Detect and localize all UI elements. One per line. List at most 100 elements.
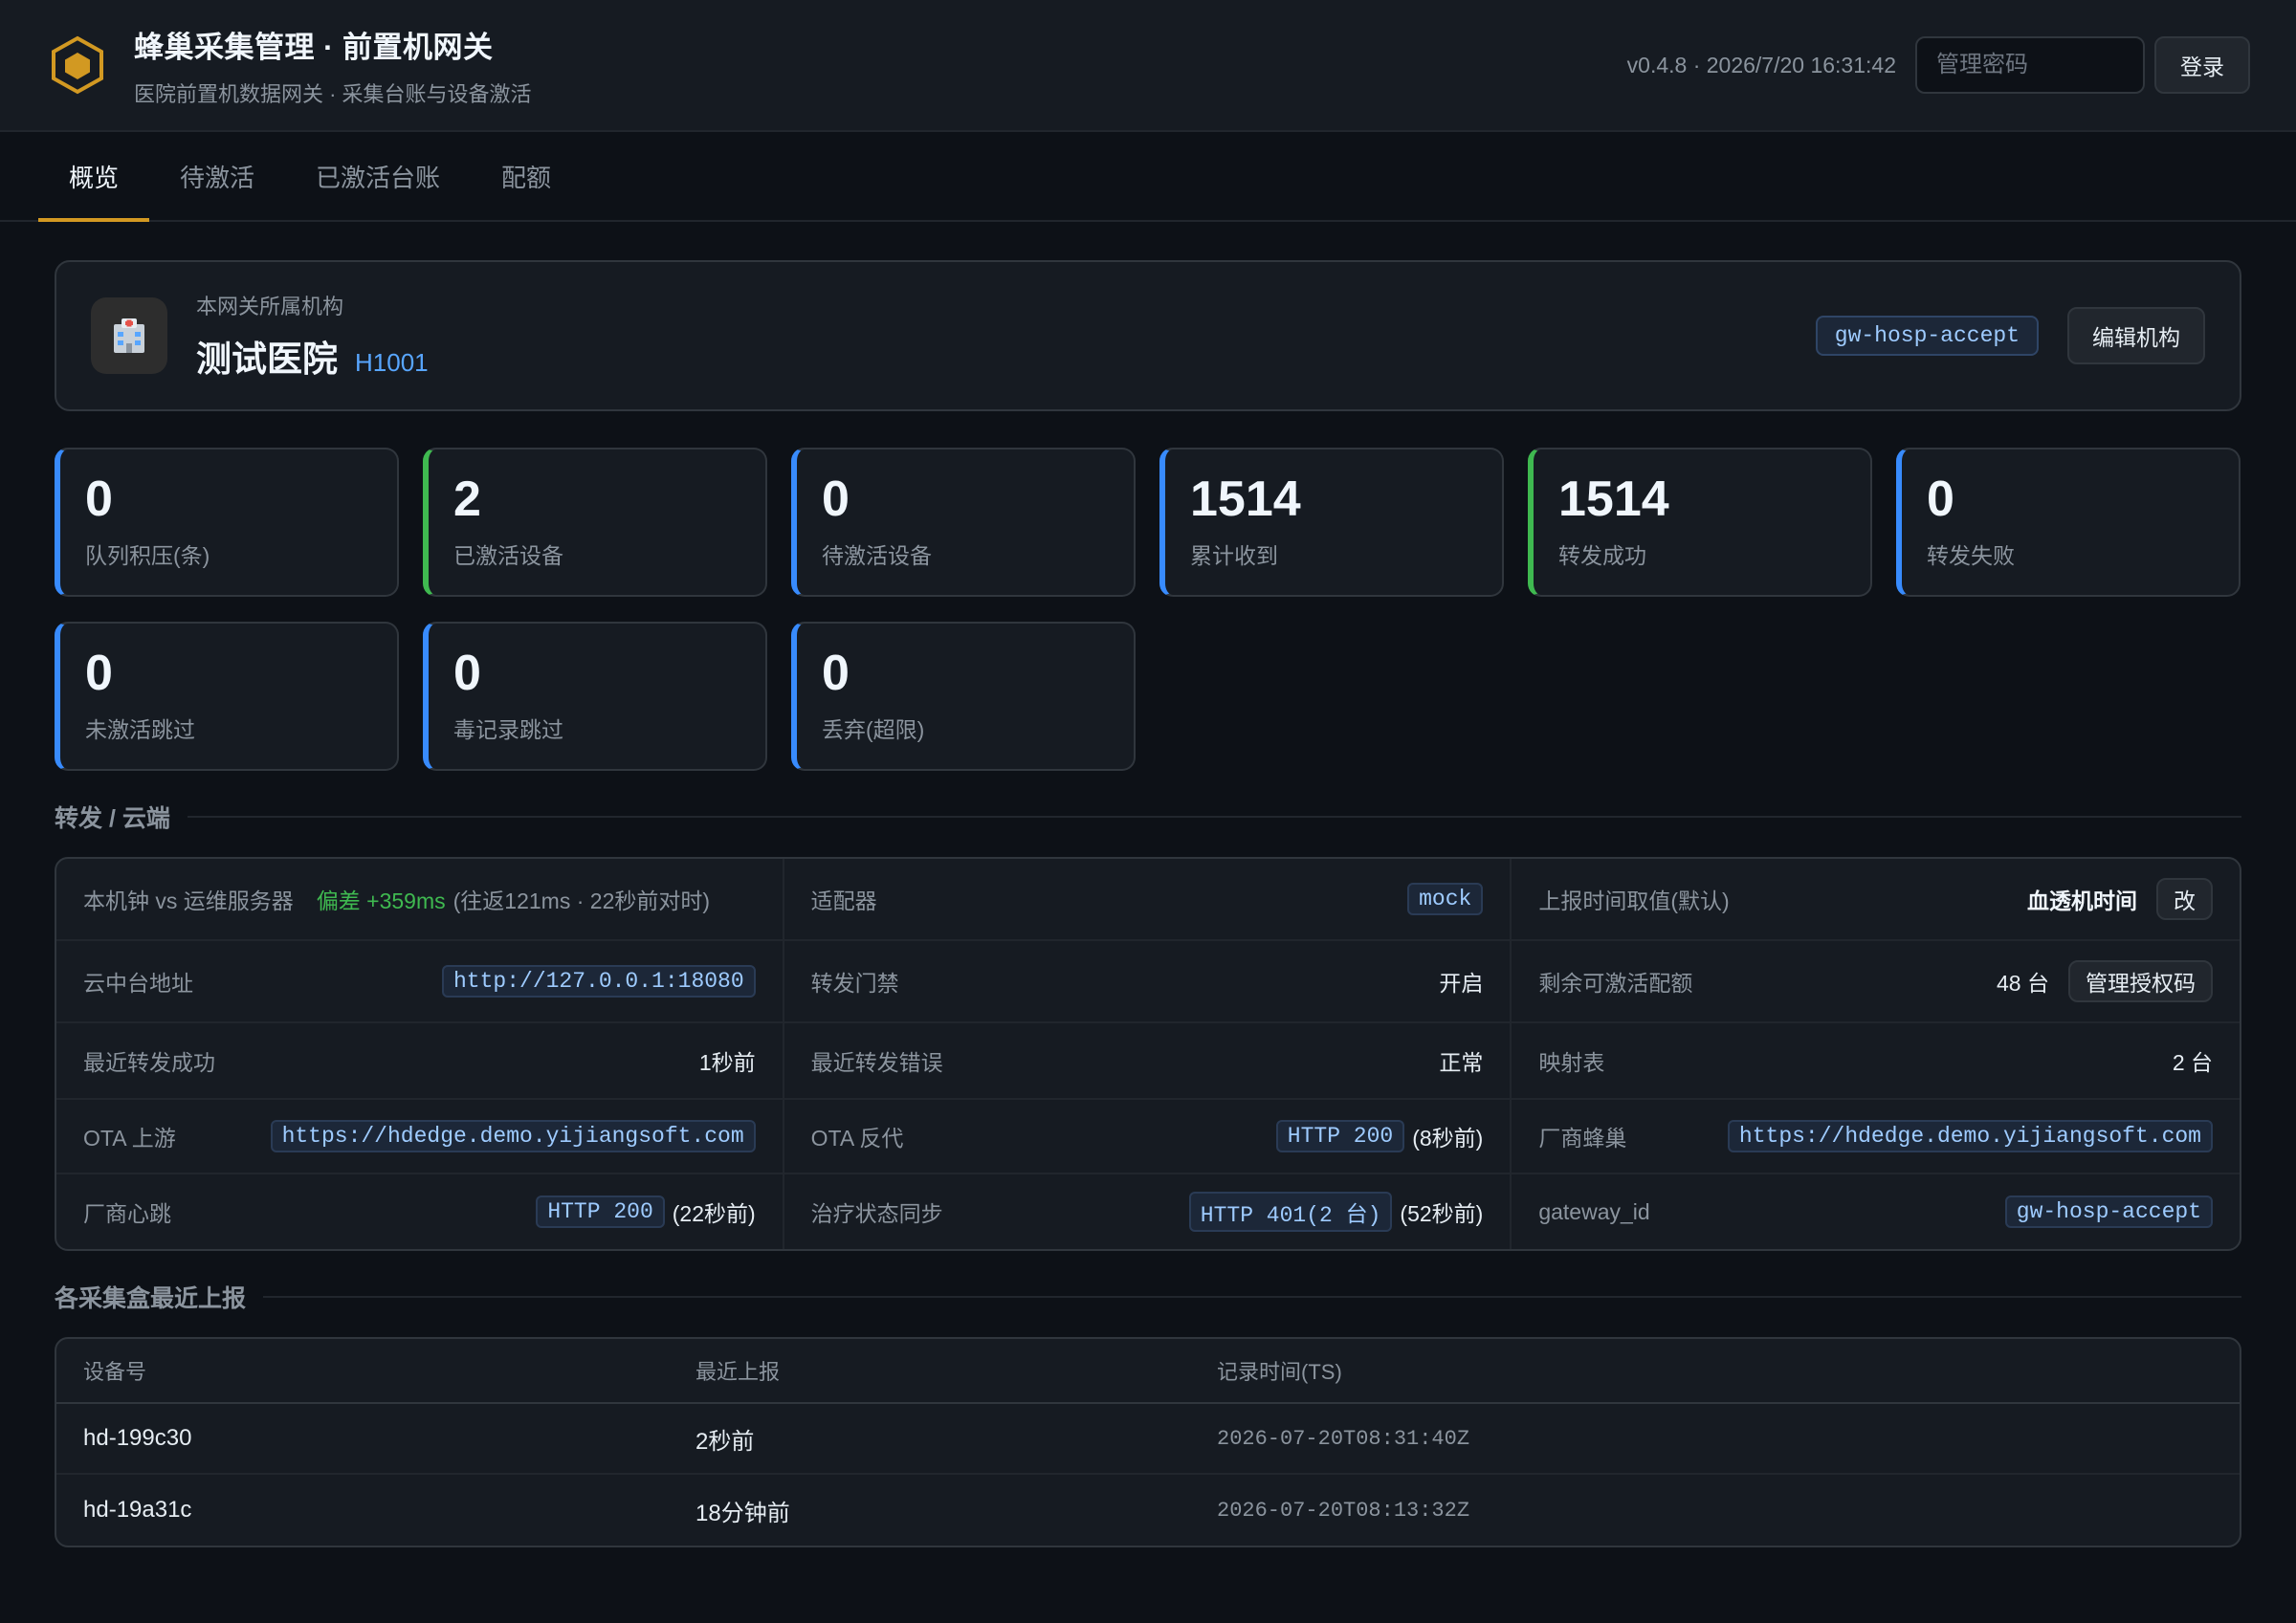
quota-cell: 剩余可激活配额 48 台 管理授权码 <box>1512 941 2240 1023</box>
edit-org-button[interactable]: 编辑机构 <box>2067 307 2205 364</box>
adapter-label: 适配器 <box>810 888 877 913</box>
ota-upstream-value: https://hdedge.demo.yijiangsoft.com <box>270 1120 756 1152</box>
boxes-table: 设备号 最近上报 记录时间(TS) hd-199c30 2秒前 2026-07-… <box>55 1337 2241 1547</box>
stat-label: 转发成功 <box>1558 543 1646 568</box>
treatment-sync-ago: (52秒前) <box>1400 1201 1484 1226</box>
ota-upstream-label: OTA 上游 <box>83 1126 176 1151</box>
last-report: 2秒前 <box>695 1428 755 1455</box>
manage-license-button[interactable]: 管理授权码 <box>2068 960 2213 1002</box>
stat-value: 0 <box>85 472 113 527</box>
tab-overview[interactable]: 概览 <box>38 132 150 222</box>
boxes-section-title: 各采集盒最近上报 <box>55 1280 2241 1314</box>
gateway-id-value: gw-hosp-accept <box>2004 1195 2213 1228</box>
ota-proxy-ago: (8秒前) <box>1412 1126 1484 1151</box>
stat-value: 1514 <box>1558 472 1669 527</box>
gateway-id-label: gateway_id <box>1538 1198 1650 1224</box>
report-time-cell: 上报时间取值(默认) 血透机时间 改 <box>1512 859 2240 941</box>
table-header: 设备号 最近上报 记录时间(TS) <box>56 1339 2240 1404</box>
clock-offset-label: 本机钟 vs 运维服务器 <box>83 888 294 913</box>
cloud-address-label: 云中台地址 <box>83 971 193 996</box>
clock-offset-value: 偏差 +359ms <box>316 888 446 913</box>
overview-content: 本网关所属机构 测试医院 H1001 gw-hosp-accept 编辑机构 0… <box>0 222 2296 1547</box>
column-record-time: 记录时间(TS) <box>1217 1360 1342 1384</box>
adapter-cell: 适配器 mock <box>784 859 1512 941</box>
record-time: 2026-07-20T08:31:40Z <box>1217 1426 1470 1451</box>
vendor-hive-value: https://hdedge.demo.yijiangsoft.com <box>1727 1120 2213 1152</box>
stat-label: 已激活设备 <box>453 543 563 568</box>
report-time-value: 血透机时间 <box>2027 888 2137 913</box>
clock-offset-cell: 本机钟 vs 运维服务器 偏差 +359ms (往返121ms · 22秒前对时… <box>56 859 784 941</box>
column-device: 设备号 <box>83 1360 147 1384</box>
stat-value: 0 <box>1927 472 1954 527</box>
vendor-heartbeat-label: 厂商心跳 <box>83 1201 171 1226</box>
device-id: hd-19a31c <box>83 1497 192 1523</box>
stat-label: 累计收到 <box>1190 543 1278 568</box>
stat-card: 0 毒记录跳过 <box>423 622 767 771</box>
stat-label: 转发失败 <box>1927 543 2015 568</box>
last-error-label: 最近转发错误 <box>810 1050 943 1075</box>
stat-card: 0 丢弃(超限) <box>791 622 1136 771</box>
report-time-label: 上报时间取值(默认) <box>1538 888 1730 913</box>
treatment-sync-label: 治疗状态同步 <box>810 1201 943 1226</box>
cloud-address-cell: 云中台地址 http://127.0.0.1:18080 <box>56 941 784 1023</box>
tab-pending[interactable]: 待激活 <box>149 132 285 220</box>
brand: 蜂巢采集管理 · 前置机网关 医院前置机数据网关 · 采集台账与设备激活 <box>134 23 532 108</box>
app-title: 蜂巢采集管理 · 前置机网关 <box>134 30 494 64</box>
last-error-value: 正常 <box>1439 1050 1484 1075</box>
gateway-id-badge: gw-hosp-accept <box>1815 316 2039 356</box>
vendor-heartbeat-status: HTTP 200 <box>536 1195 665 1228</box>
treatment-sync-status: HTTP 401(2 台) <box>1188 1192 1393 1232</box>
stat-card: 0 未激活跳过 <box>55 622 399 771</box>
org-card: 本网关所属机构 测试医院 H1001 gw-hosp-accept 编辑机构 <box>55 260 2241 411</box>
stat-value: 2 <box>453 472 481 527</box>
last-report: 18分钟前 <box>695 1500 790 1526</box>
header-actions: v0.4.8 · 2026/7/20 16:31:42 登录 <box>1627 36 2250 94</box>
login-button[interactable]: 登录 <box>2154 36 2250 94</box>
forward-gate-value: 开启 <box>1439 971 1484 996</box>
org-name-row: 测试医院 H1001 <box>196 330 429 382</box>
app-subtitle: 医院前置机数据网关 · 采集台账与设备激活 <box>134 81 532 106</box>
clock-offset-detail: (往返121ms · 22秒前对时) <box>453 888 711 913</box>
stat-card: 2 已激活设备 <box>423 448 767 597</box>
forward-gate-label: 转发门禁 <box>810 971 899 996</box>
last-success-value: 1秒前 <box>698 1050 756 1075</box>
org-name: 测试医院 <box>196 340 338 379</box>
ota-proxy-cell: OTA 反代 HTTP 200 (8秒前) <box>784 1100 1512 1174</box>
stat-value: 0 <box>822 472 850 527</box>
hexagon-logo-icon <box>52 35 103 95</box>
vendor-hive-cell: 厂商蜂巢 https://hdedge.demo.yijiangsoft.com <box>1512 1100 2240 1174</box>
stat-label: 丢弃(超限) <box>822 717 925 742</box>
stat-label: 队列积压(条) <box>85 543 210 568</box>
stat-card: 0 转发失败 <box>1896 448 2241 597</box>
admin-password-input[interactable] <box>1915 36 2145 94</box>
cloud-address-value: http://127.0.0.1:18080 <box>442 965 756 998</box>
treatment-sync-cell: 治疗状态同步 HTTP 401(2 台) (52秒前) <box>784 1174 1512 1249</box>
table-row: hd-199c30 2秒前 2026-07-20T08:31:40Z <box>56 1404 2240 1475</box>
quota-value: 48 台 <box>1997 971 2049 996</box>
stat-card: 1514 累计收到 <box>1159 448 1504 597</box>
mapping-label: 映射表 <box>1538 1050 1605 1075</box>
record-time: 2026-07-20T08:13:32Z <box>1217 1498 1470 1523</box>
forward-gate-cell: 转发门禁 开启 <box>784 941 1512 1023</box>
stat-value: 0 <box>453 646 481 701</box>
tab-quota[interactable]: 配额 <box>471 132 582 220</box>
stat-label: 待激活设备 <box>822 543 932 568</box>
change-report-time-button[interactable]: 改 <box>2156 878 2213 920</box>
version-timestamp: v0.4.8 · 2026/7/20 16:31:42 <box>1626 52 1896 77</box>
ota-proxy-label: OTA 反代 <box>810 1126 904 1151</box>
table-row: hd-19a31c 18分钟前 2026-07-20T08:13:32Z <box>56 1475 2240 1546</box>
stat-value: 1514 <box>1190 472 1301 527</box>
tab-activated-ledger[interactable]: 已激活台账 <box>285 132 471 220</box>
adapter-value: mock <box>1407 883 1484 915</box>
stat-value: 0 <box>822 646 850 701</box>
ota-upstream-cell: OTA 上游 https://hdedge.demo.yijiangsoft.c… <box>56 1100 784 1174</box>
vendor-heartbeat-ago: (22秒前) <box>672 1201 756 1226</box>
org-info: 本网关所属机构 测试医院 H1001 <box>196 290 429 382</box>
hospital-icon <box>91 297 167 374</box>
vendor-hive-label: 厂商蜂巢 <box>1538 1126 1627 1151</box>
stat-card: 0 队列积压(条) <box>55 448 399 597</box>
stat-label: 毒记录跳过 <box>453 717 563 742</box>
org-actions: gw-hosp-accept 编辑机构 <box>1815 307 2205 364</box>
column-last-report: 最近上报 <box>695 1360 781 1384</box>
gateway-id-cell: gateway_id gw-hosp-accept <box>1512 1174 2240 1249</box>
